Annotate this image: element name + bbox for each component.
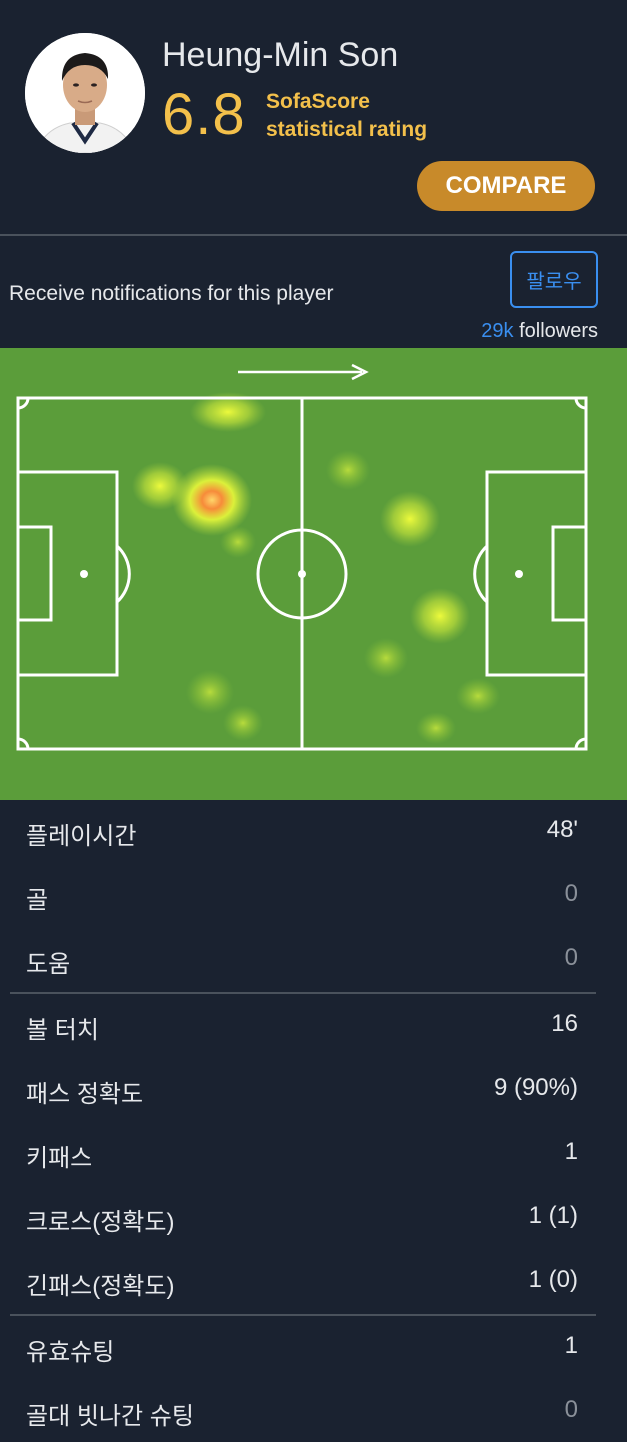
stat-value: 0 xyxy=(564,880,578,907)
stat-row-crosses: 크로스(정확도) 1 (1) xyxy=(0,1186,627,1250)
stat-label: 패스 정확도 xyxy=(26,1081,144,1108)
compare-button[interactable]: COMPARE xyxy=(417,161,595,211)
stat-value: 9 (90%) xyxy=(493,1074,578,1101)
player-header: Heung-Min Son 6.8 SofaScore statistical … xyxy=(0,0,627,234)
stat-value: 1 (1) xyxy=(528,1202,578,1229)
heat-zones xyxy=(132,392,500,744)
follow-button[interactable]: 팔로우 xyxy=(510,251,598,308)
stat-label: 긴패스(정확도) xyxy=(26,1273,175,1300)
stat-value: 1 xyxy=(564,1138,578,1165)
pitch-svg xyxy=(16,363,588,751)
followers-count: 29k followers xyxy=(481,320,598,343)
stat-row-long-passes: 긴패스(정확도) 1 (0) xyxy=(0,1250,627,1314)
stat-value: 1 (0) xyxy=(528,1266,578,1293)
stat-row-shots-on-target: 유효슈팅 1 xyxy=(0,1316,627,1380)
heatmap xyxy=(0,348,627,800)
follow-section: Receive notifications for this player 팔로… xyxy=(0,236,627,348)
stat-row-key-passes: 키패스 1 xyxy=(0,1122,627,1186)
stat-label: 유효슈팅 xyxy=(26,1339,115,1366)
attack-direction-arrow-icon xyxy=(238,363,369,381)
stat-row-shots-off-target: 골대 빗나간 슈팅 0 xyxy=(0,1380,627,1442)
stat-label: 크로스(정확도) xyxy=(26,1209,175,1236)
stat-value: 48' xyxy=(546,816,578,843)
stat-label: 플레이시간 xyxy=(26,823,137,850)
stat-value: 0 xyxy=(564,1396,578,1423)
stat-value: 1 xyxy=(564,1332,578,1359)
followers-label: followers xyxy=(513,320,598,342)
rating-value: 6.8 xyxy=(162,82,246,147)
player-name: Heung-Min Son xyxy=(162,36,399,74)
stat-row-pass-accuracy: 패스 정확도 9 (90%) xyxy=(0,1058,627,1122)
stat-label: 골 xyxy=(26,887,49,914)
stat-label: 골대 빗나간 슈팅 xyxy=(26,1403,194,1430)
stat-row-minutes: 플레이시간 48' xyxy=(0,800,627,864)
stat-value: 0 xyxy=(564,944,578,971)
stat-row-assists: 도움 0 xyxy=(0,928,627,992)
followers-number: 29k xyxy=(481,320,514,342)
rating-label-line2: statistical rating xyxy=(266,118,428,141)
stat-row-touches: 볼 터치 16 xyxy=(0,994,627,1058)
player-avatar xyxy=(25,33,145,153)
stat-label: 도움 xyxy=(26,951,71,978)
player-photo-icon xyxy=(25,33,145,153)
stat-label: 키패스 xyxy=(26,1145,93,1172)
stat-value: 16 xyxy=(551,1010,578,1037)
stat-row-goals: 골 0 xyxy=(0,864,627,928)
rating-label: SofaScore statistical rating xyxy=(266,88,427,144)
stat-label: 볼 터치 xyxy=(26,1017,99,1044)
notify-text: Receive notifications for this player xyxy=(9,282,334,305)
rating-label-line1: SofaScore xyxy=(266,90,370,113)
pitch-spots xyxy=(80,570,523,578)
